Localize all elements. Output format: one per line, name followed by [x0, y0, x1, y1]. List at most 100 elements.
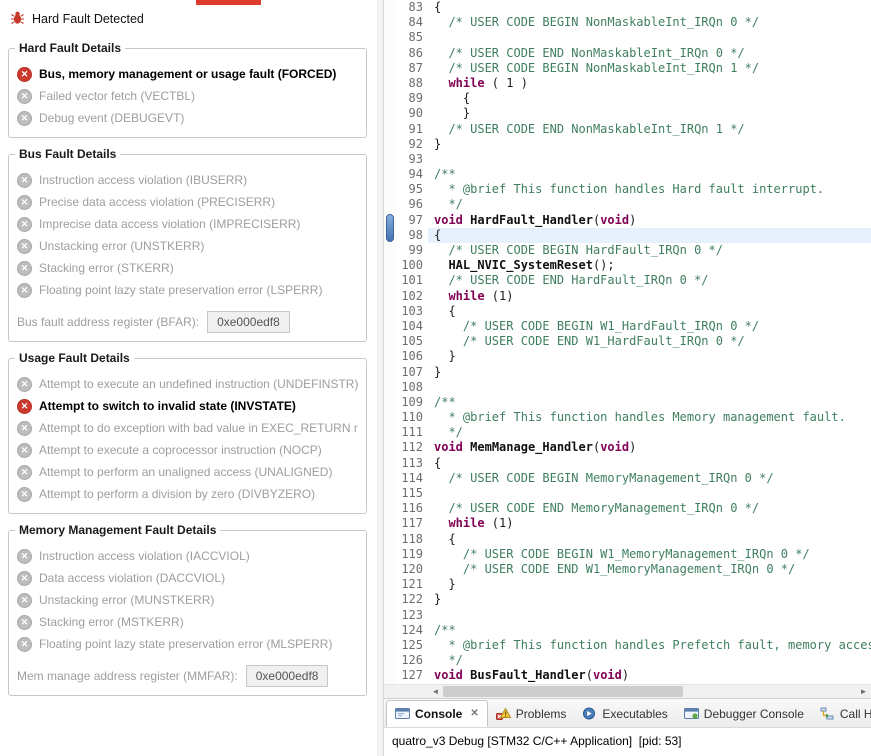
code-line[interactable]: /* USER CODE END MemoryManagement_IRQn 0…	[428, 501, 871, 516]
code-line[interactable]: }	[428, 106, 871, 121]
code-line[interactable]: /**	[428, 395, 871, 410]
code-line[interactable]: }	[428, 365, 871, 380]
line-number: 87	[408, 60, 423, 75]
code-line[interactable]: }	[428, 592, 871, 607]
code-line[interactable]: void MemManage_Handler(void)	[428, 440, 871, 455]
code-line[interactable]: /* USER CODE END W1_HardFault_IRQn 0 */	[428, 334, 871, 349]
line-number: 99	[408, 243, 423, 257]
code-line[interactable]: {	[428, 532, 871, 547]
fault-item-label: Floating point lazy state preservation e…	[39, 283, 323, 297]
code-line[interactable]: * @brief This function handles Memory ma…	[428, 410, 871, 425]
annotation-ruler[interactable]	[384, 0, 396, 684]
code-line[interactable]: /* USER CODE BEGIN NonMaskableInt_IRQn 0…	[428, 15, 871, 30]
fault-item: ✕ Debug event (DEBUGEVT)	[17, 107, 358, 129]
problems-icon	[495, 707, 511, 720]
address-register-field[interactable]: 0xe000edf8	[207, 311, 290, 333]
fault-item: ✕ Attempt to switch to invalid state (INV…	[17, 395, 358, 417]
code-line[interactable]: {	[428, 0, 871, 15]
code-line[interactable]	[428, 486, 871, 501]
fault-item-label: Debug event (DEBUGEVT)	[39, 111, 185, 125]
fault-inactive-x-icon: ✕	[17, 216, 32, 232]
fault-item: ✕ Unstacking error (MUNSTKERR)	[17, 589, 358, 611]
line-number-ruler[interactable]: 83 84 85 86 87 88 89 90 91 92 93 94 95 96 97 98 99 100 101…	[396, 0, 428, 684]
fault-item-label: Attempt to execute a coprocessor instruc…	[39, 443, 322, 457]
code-line[interactable]: {	[428, 456, 871, 471]
code-line[interactable]: void BusFault_Handler(void)	[428, 668, 871, 683]
debugger-console-icon	[683, 707, 699, 720]
fault-item: ✕ Attempt to perform an unaligned access …	[17, 461, 358, 483]
scrollbar-thumb[interactable]	[443, 686, 683, 697]
code-text[interactable]: { /* USER CODE BEGIN NonMaskableInt_IRQn…	[428, 0, 871, 684]
code-line[interactable]: /* USER CODE END W1_MemoryManagement_IRQ…	[428, 562, 871, 577]
code-line[interactable]: }	[428, 577, 871, 592]
address-register-row: Bus fault address register (BFAR): 0xe000…	[17, 311, 358, 333]
fault-inactive-x-icon: ✕	[17, 172, 32, 188]
code-line[interactable]: {	[428, 227, 871, 243]
scrollbar-track[interactable]	[443, 685, 856, 698]
line-number: 96	[408, 197, 423, 212]
code-line[interactable]	[428, 152, 871, 167]
address-register-field[interactable]: 0xe000edf8	[245, 665, 329, 687]
tab-call-hierarchy[interactable]: Call Hierarchy	[812, 700, 871, 727]
code-line[interactable]: HAL_NVIC_SystemReset();	[428, 258, 871, 273]
code-line[interactable]: }	[428, 137, 871, 152]
code-line[interactable]: {	[428, 304, 871, 319]
cropped-toolbar-fragment	[196, 0, 261, 5]
code-line[interactable]: */	[428, 425, 871, 440]
tab-console[interactable]: Console ✕	[386, 700, 488, 727]
close-icon[interactable]: ✕	[470, 708, 478, 719]
code-line[interactable]: /* USER CODE BEGIN MemoryManagement_IRQn…	[428, 471, 871, 486]
scroll-left-arrow-icon[interactable]: ◄	[428, 685, 443, 698]
tab-label: Problems	[515, 706, 567, 721]
fault-item: ✕ Imprecise data access violation (IMPREC…	[17, 213, 358, 235]
line-number: 115	[401, 486, 423, 500]
code-line[interactable]: /* USER CODE BEGIN W1_HardFault_IRQn 0 *…	[428, 319, 871, 334]
code-line[interactable]: /**	[428, 623, 871, 638]
fault-item-label: Stacking error (STKERR)	[39, 261, 174, 275]
fault-item: ✕ Instruction access violation (IACCVIOL)	[17, 545, 358, 567]
line-number: 116	[401, 501, 423, 516]
fault-inactive-x-icon: ✕	[17, 88, 32, 104]
code-editor[interactable]: 83 84 85 86 87 88 89 90 91 92 93 94 95 96 97 98 99 100 101…	[384, 0, 871, 684]
code-line[interactable]	[428, 30, 871, 45]
code-line[interactable]: /**	[428, 167, 871, 182]
panel-sash[interactable]	[377, 0, 384, 756]
code-line[interactable]: while ( 1 )	[428, 76, 871, 91]
line-number: 95	[408, 182, 423, 197]
fault-inactive-x-icon: ✕	[17, 194, 32, 210]
tab-debugger-console[interactable]: Debugger Console	[676, 700, 812, 727]
line-number: 110	[401, 410, 423, 425]
code-line[interactable]: /* USER CODE BEGIN HardFault_IRQn 0 */	[428, 243, 871, 258]
code-line[interactable]: /* USER CODE BEGIN W1_MemoryManagement_I…	[428, 547, 871, 562]
code-line[interactable]: while (1)	[428, 516, 871, 531]
fault-groups: Hard Fault Details ✕ Bus, memory managemen…	[0, 41, 377, 696]
code-line[interactable]: * @brief This function handles Hard faul…	[428, 182, 871, 197]
line-number: 124	[401, 622, 423, 637]
code-line[interactable]: /* USER CODE BEGIN NonMaskableInt_IRQn 1…	[428, 61, 871, 76]
code-line[interactable]: while (1)	[428, 289, 871, 304]
line-number: 103	[401, 303, 423, 318]
tab-executables[interactable]: Executables	[574, 700, 675, 727]
code-line[interactable]	[428, 608, 871, 623]
fault-item: ✕ Stacking error (STKERR)	[17, 257, 358, 279]
code-line[interactable]: /* USER CODE END HardFault_IRQn 0 */	[428, 273, 871, 288]
code-line[interactable]: */	[428, 197, 871, 212]
code-line[interactable]: /* USER CODE END NonMaskableInt_IRQn 0 *…	[428, 46, 871, 61]
code-line[interactable]	[428, 380, 871, 395]
instruction-pointer-marker[interactable]	[386, 213, 394, 242]
tab-problems[interactable]: Problems	[488, 700, 575, 727]
code-line[interactable]: }	[428, 349, 871, 364]
fault-item-label: Unstacking error (MUNSTKERR)	[39, 593, 215, 607]
code-line[interactable]: void HardFault_Handler(void)	[428, 213, 871, 228]
line-number: 93	[408, 151, 423, 166]
code-line[interactable]: */	[428, 653, 871, 668]
fault-item: ✕ Precise data access violation (PRECISER…	[17, 191, 358, 213]
code-line[interactable]: /* USER CODE END NonMaskableInt_IRQn 1 *…	[428, 122, 871, 137]
code-line[interactable]: * @brief This function handles Prefetch …	[428, 638, 871, 653]
scroll-right-arrow-icon[interactable]: ►	[856, 685, 871, 698]
code-line[interactable]: {	[428, 91, 871, 106]
fault-inactive-x-icon: ✕	[17, 636, 32, 652]
horizontal-scrollbar[interactable]: ◄ ►	[384, 684, 871, 698]
fault-item: ✕ Floating point lazy state preservation …	[17, 279, 358, 301]
line-number: 98	[408, 227, 423, 242]
